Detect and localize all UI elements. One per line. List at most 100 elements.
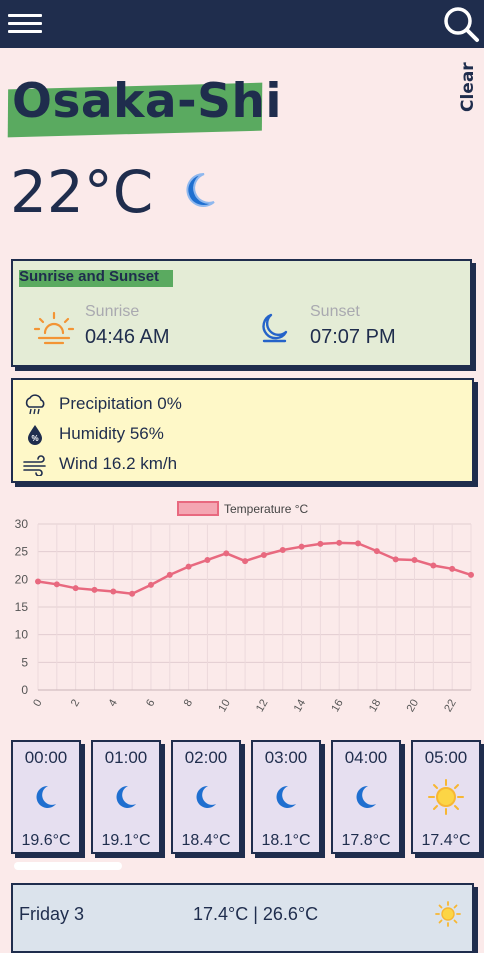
x-tick-label: 6 [144, 698, 157, 709]
hour-temperature: 18.1°C [261, 832, 311, 849]
current-temperature: 22°C [10, 158, 154, 226]
sunrise-sunset-card: Sunrise and Sunset Sunrise 04:46 AM Suns… [11, 259, 472, 367]
temperature-point [185, 563, 192, 570]
condition-label-wrap: Clear [458, 62, 480, 112]
x-tick-label: 4 [106, 698, 119, 709]
svg-text:%: % [31, 434, 38, 443]
temperature-point [53, 581, 60, 588]
y-tick-label: 0 [21, 683, 28, 697]
temperature-point [468, 571, 474, 578]
hour-label: 04:00 [344, 748, 388, 767]
moon-icon [180, 170, 220, 215]
day-name: Friday 3 [19, 904, 85, 924]
hamburger-menu-icon[interactable] [8, 10, 42, 38]
hour-temperature: 19.1°C [101, 832, 151, 849]
temperature-point [392, 556, 399, 563]
sun-icon [427, 778, 465, 821]
wind-text: Wind 16.2 km/h [59, 454, 178, 473]
x-tick-label: 0 [31, 698, 44, 709]
hourly-scrollbar[interactable] [14, 862, 122, 870]
temperature-point [279, 547, 286, 554]
hour-temperature: 17.8°C [341, 832, 391, 849]
sunrise-label: Sunrise [85, 303, 140, 320]
y-tick-label: 10 [15, 628, 29, 642]
moon-icon [33, 784, 59, 815]
hour-label: 02:00 [184, 748, 228, 767]
hourly-card[interactable]: 02:00 18.4°C [171, 740, 241, 854]
sunset-time: 07:07 PM [310, 326, 396, 348]
temperature-point [317, 540, 324, 547]
humidity-text: Humidity 56% [59, 424, 164, 443]
x-tick-label: 12 [254, 698, 271, 715]
hour-temperature: 18.4°C [181, 832, 231, 849]
x-tick-label: 20 [405, 698, 422, 715]
hour-temperature: 17.4°C [421, 832, 471, 849]
sunset-icon [258, 311, 292, 350]
search-icon[interactable] [442, 5, 480, 43]
hour-label: 00:00 [24, 748, 68, 767]
rain-cloud-icon [23, 394, 47, 416]
temperature-point [336, 539, 343, 546]
hourly-forecast-strip[interactable]: 00:00 19.6°C 01:00 19.1°C 02:00 18.4°C 03:00 18… [0, 738, 484, 862]
hour-label: 01:00 [104, 748, 148, 767]
legend-label: Temperature °C [224, 502, 308, 516]
x-tick-label: 10 [216, 698, 233, 715]
temperature-point [298, 543, 305, 550]
temperature-point [373, 548, 380, 555]
temperature-point [35, 578, 41, 585]
moon-icon [113, 784, 139, 815]
temperature-chart: Temperature °C 0 5 10 15 20 25 30 0 2 4 6 8 10 12 14 16 1… [15, 501, 474, 715]
temperature-point [223, 550, 230, 557]
x-tick-label: 2 [69, 698, 82, 709]
x-tick-label: 14 [292, 698, 309, 715]
weather-details-card: Precipitation 0% % Humidity 56% Wind 16.… [11, 378, 474, 483]
y-tick-label: 25 [15, 545, 29, 559]
x-tick-label: 18 [367, 698, 384, 715]
hour-label: 05:00 [424, 748, 468, 767]
hourly-card[interactable]: 05:00 17.4°C [411, 740, 481, 854]
temperature-point [411, 556, 418, 563]
sun-card-title-wrap: Sunrise and Sunset [19, 268, 173, 287]
temperature-point [110, 588, 117, 595]
temperature-point [449, 565, 456, 572]
temperature-series-line [37, 541, 472, 595]
daily-forecast-row[interactable]: Friday 3 17.4°C | 26.6°C [11, 883, 474, 953]
temperature-point [147, 581, 154, 588]
sunrise-time: 04:46 AM [85, 326, 170, 348]
moon-icon [353, 784, 379, 815]
temperature-point [260, 551, 267, 558]
y-tick-label: 15 [15, 600, 29, 614]
hour-temperature: 19.6°C [21, 832, 71, 849]
temperature-point [242, 558, 249, 565]
hourly-card[interactable]: 00:00 19.6°C [11, 740, 81, 854]
moon-icon [273, 784, 299, 815]
y-tick-label: 30 [15, 517, 29, 531]
y-tick-label: 5 [21, 655, 28, 669]
moon-icon [193, 784, 219, 815]
legend-swatch [177, 501, 219, 516]
x-tick-label: 22 [442, 698, 459, 715]
wind-icon [23, 454, 47, 477]
sun-card-title: Sunrise and Sunset [19, 268, 160, 285]
temperature-point [204, 556, 211, 563]
hourly-card[interactable]: 01:00 19.1°C [91, 740, 161, 854]
temperature-point [355, 540, 362, 547]
temperature-point [166, 571, 173, 578]
humidity-drop-icon: % [23, 424, 47, 446]
sunset-label: Sunset [310, 303, 360, 320]
hourly-card[interactable]: 04:00 17.8°C [331, 740, 401, 854]
sun-icon [435, 901, 461, 932]
x-tick-label: 8 [182, 698, 195, 709]
condition-label: Clear [458, 62, 478, 112]
y-tick-label: 20 [15, 572, 29, 586]
hour-label: 03:00 [264, 748, 308, 767]
day-temperature-range: 17.4°C | 26.6°C [193, 904, 319, 924]
temperature-point [129, 590, 136, 597]
city-heading: Osaka-Shi [7, 74, 283, 138]
temperature-point [72, 585, 79, 592]
top-bar [0, 0, 484, 48]
sunrise-icon [33, 311, 75, 350]
hourly-card[interactable]: 03:00 18.1°C [251, 740, 321, 854]
precipitation-text: Precipitation 0% [59, 394, 182, 413]
city-name: Osaka-Shi [12, 74, 283, 129]
